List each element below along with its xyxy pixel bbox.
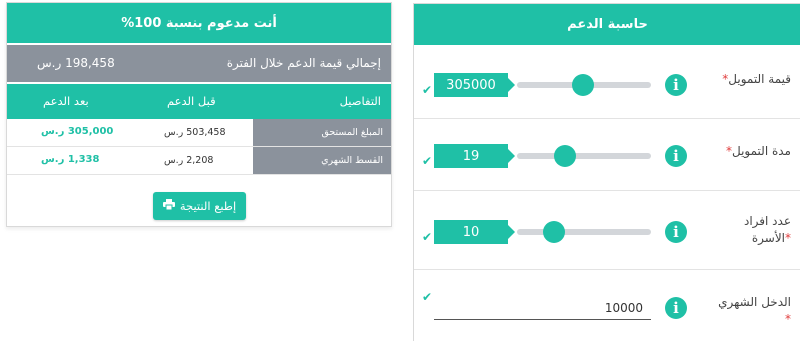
table-row: المبلغ المستحق 503,458 ر.س 305,000 ر.س [7,119,391,147]
family-members-slider-handle[interactable] [542,221,565,243]
family-members-row: عدد افراد *الأسرة i 10 ✔ [414,191,800,270]
info-icon[interactable]: i [665,74,687,96]
check-icon: ✔ [422,154,433,168]
calculator-title: حاسبة الدعم [414,4,800,45]
print-result-button[interactable]: إطبع النتيجة [153,192,246,220]
financing-amount-row: قيمة التمويل* i 305000 ✔ [414,45,800,119]
result-title: أنت مدعوم بنسبة 100% [7,3,391,43]
check-icon: ✔ [422,290,433,304]
check-icon: ✔ [422,230,433,244]
info-icon[interactable]: i [665,221,687,243]
financing-duration-slider[interactable] [517,153,651,159]
row-label-amount-due: المبلغ المستحق [253,119,391,146]
result-card: أنت مدعوم بنسبة 100% إجمالي قيمة الدعم خ… [6,2,392,227]
installment-before-support: 2,208 ر.س [164,155,214,166]
financing-duration-row: مدة التمويل* i 19 ✔ [414,119,800,191]
total-support-row: إجمالي قيمة الدعم خلال الفترة 198,458 ر.… [7,45,391,82]
financing-duration-slider-handle[interactable] [553,145,576,167]
monthly-income-row: الدخل الشهري * i ✔ [414,270,800,342]
column-details: التفاصيل [339,94,381,108]
family-members-label: عدد افراد *الأسرة [744,214,791,245]
column-before: قبل الدعم [167,94,216,108]
installment-after-support: 1,338 ر.س [41,154,100,165]
financing-duration-label: مدة التمويل* [725,144,791,158]
financing-amount-slider-handle[interactable] [571,74,594,96]
amount-before-support: 503,458 ر.س [164,127,226,138]
monthly-income-label: الدخل الشهري * [718,295,791,326]
required-marker: * [785,312,791,326]
row-label-monthly-installment: القسط الشهري [253,147,391,174]
family-members-value[interactable]: 10 [434,220,515,244]
total-support-value: 198,458 ر.س [37,56,115,70]
print-button-label: إطبع النتيجة [179,199,237,213]
total-support-label: إجمالي قيمة الدعم خلال الفترة [226,56,381,70]
info-icon[interactable]: i [665,297,687,319]
info-icon[interactable]: i [665,145,687,167]
required-marker: * [785,231,791,245]
financing-duration-value[interactable]: 19 [434,144,515,168]
check-icon: ✔ [422,83,433,97]
column-after: بعد الدعم [43,94,89,108]
printer-icon [162,199,175,213]
table-header: التفاصيل قبل الدعم بعد الدعم [7,84,391,119]
financing-amount-label: قيمة التمويل* [722,72,791,86]
financing-amount-value[interactable]: 305000 [434,73,515,97]
monthly-income-input[interactable] [434,296,651,320]
amount-after-support: 305,000 ر.س [41,126,114,137]
table-row: القسط الشهري 2,208 ر.س 1,338 ر.س [7,147,391,175]
support-calculator-card: حاسبة الدعم قيمة التمويل* i 305000 ✔ مدة… [413,3,800,341]
family-members-slider[interactable] [517,229,651,235]
